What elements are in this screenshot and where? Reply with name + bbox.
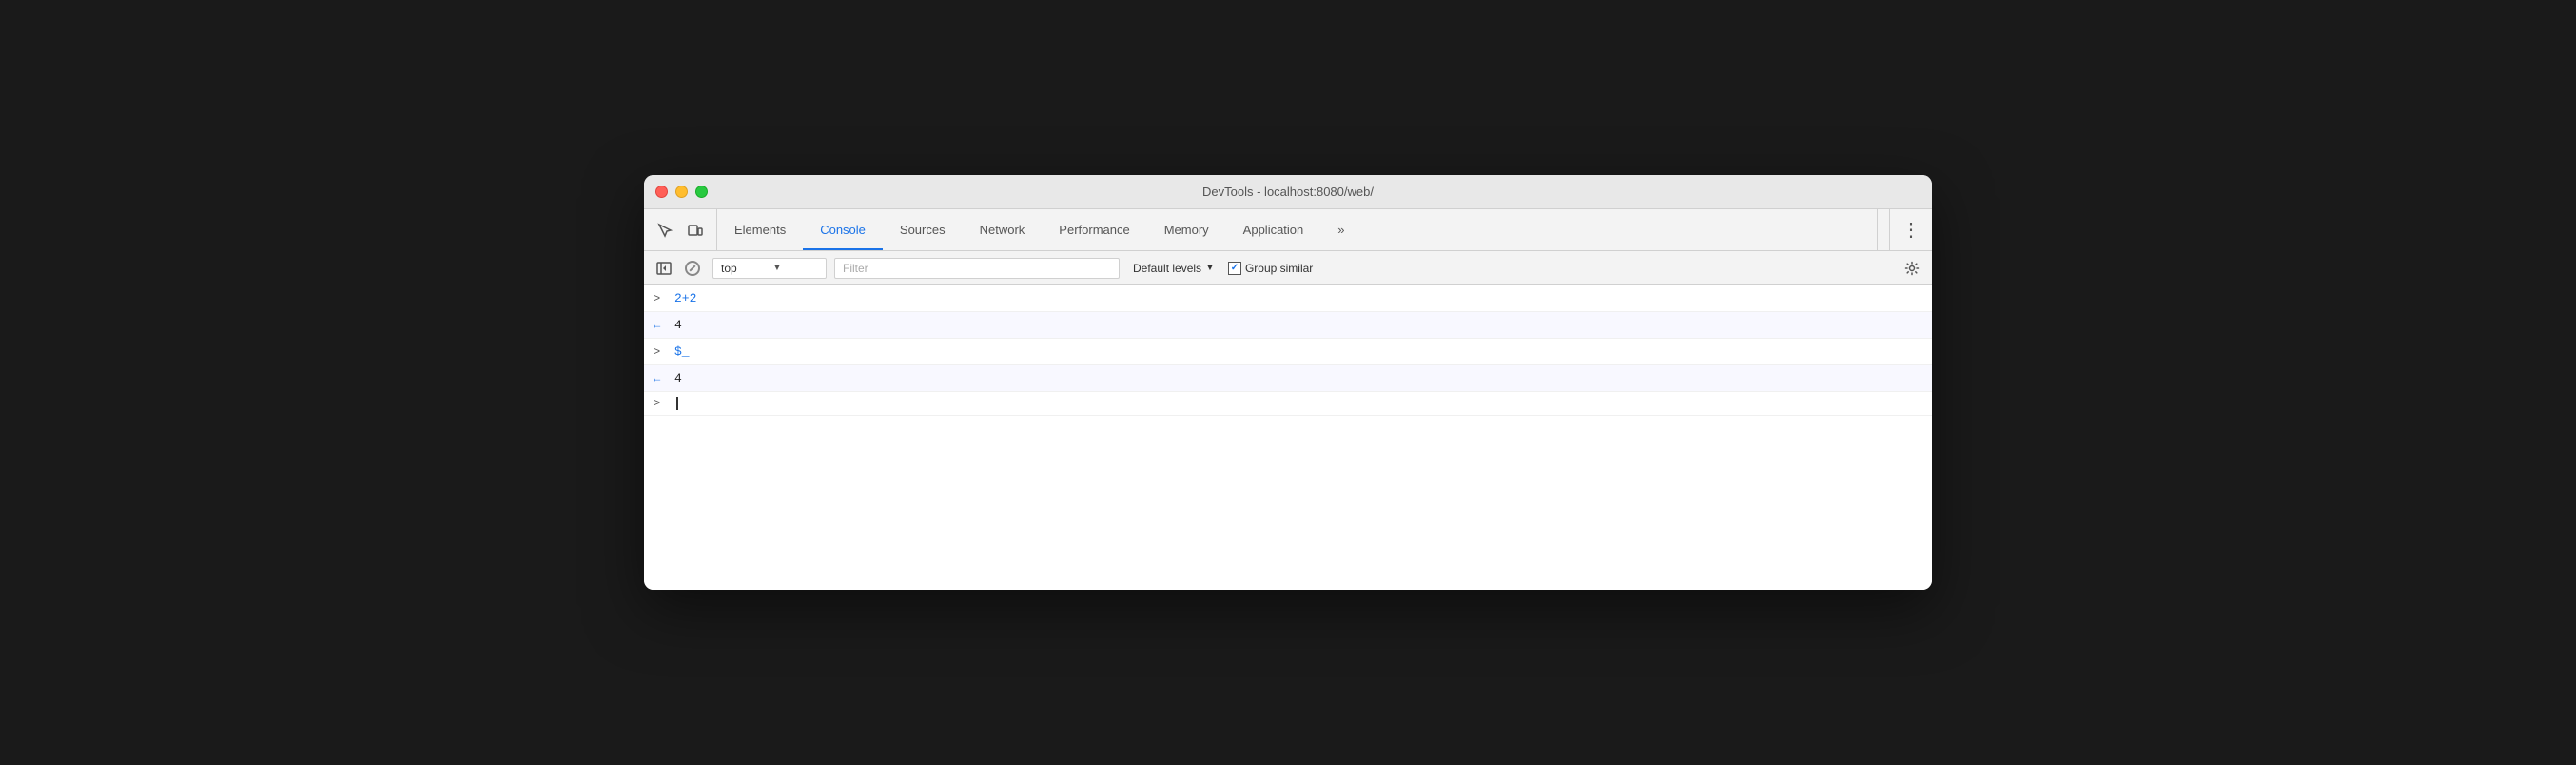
console-entry-1: > 2+2 (644, 285, 1932, 312)
console-input-text-2: $_ (674, 344, 690, 359)
console-output-text-1: 4 (674, 318, 682, 332)
window-title: DevTools - localhost:8080/web/ (1202, 185, 1374, 199)
clear-console-button[interactable] (680, 256, 705, 281)
tab-network[interactable]: Network (963, 209, 1043, 250)
levels-arrow: ▼ (1205, 263, 1215, 273)
console-settings-button[interactable] (1900, 256, 1924, 281)
console-toolbar: top ▼ Default levels ▼ Group similar (644, 251, 1932, 285)
console-entry-2: ← 4 (644, 312, 1932, 339)
toolbar-divider (1889, 209, 1890, 251)
traffic-lights (655, 186, 708, 198)
title-bar: DevTools - localhost:8080/web/ (644, 175, 1932, 209)
minimize-button[interactable] (675, 186, 688, 198)
sidebar-toggle-button[interactable] (652, 256, 676, 281)
input-arrow-1: > (654, 292, 669, 305)
group-similar-checkbox[interactable] (1228, 262, 1241, 275)
context-arrow: ▼ (772, 263, 818, 273)
tab-list: Elements Console Sources Network Perform… (717, 209, 1877, 250)
tab-application[interactable]: Application (1226, 209, 1321, 250)
device-toggle-button[interactable] (682, 217, 709, 244)
close-button[interactable] (655, 186, 668, 198)
console-prompt-row[interactable]: > (644, 392, 1932, 416)
console-entry-3: > $_ (644, 339, 1932, 365)
no-entry-icon (685, 261, 700, 276)
console-output-text-2: 4 (674, 371, 682, 385)
inspect-element-button[interactable] (652, 217, 678, 244)
input-arrow-2: > (654, 345, 669, 359)
tab-memory[interactable]: Memory (1147, 209, 1226, 250)
console-entry-4: ← 4 (644, 365, 1932, 392)
more-options-button[interactable]: ⋮ (1898, 217, 1924, 244)
devtools-window: DevTools - localhost:8080/web/ Elements (644, 175, 1932, 590)
prompt-arrow: > (654, 397, 669, 410)
maximize-button[interactable] (695, 186, 708, 198)
main-toolbar: Elements Console Sources Network Perform… (644, 209, 1932, 251)
levels-dropdown[interactable]: Default levels ▼ (1127, 259, 1220, 278)
toolbar-right: ⋮ (1877, 209, 1932, 250)
toolbar-icons (644, 209, 717, 250)
console-input-text-1: 2+2 (674, 291, 696, 305)
output-arrow-2: ← (654, 372, 669, 385)
prompt-cursor (676, 397, 678, 410)
group-similar-label: Group similar (1245, 262, 1313, 275)
tab-console[interactable]: Console (803, 209, 883, 250)
tab-sources[interactable]: Sources (883, 209, 963, 250)
context-selector[interactable]: top ▼ (712, 258, 827, 279)
tab-elements[interactable]: Elements (717, 209, 803, 250)
console-content[interactable]: > 2+2 ← 4 > $_ ← 4 > (644, 285, 1932, 590)
tab-performance[interactable]: Performance (1042, 209, 1146, 250)
more-tabs-button[interactable]: » (1320, 209, 1361, 250)
output-arrow-1: ← (654, 319, 669, 332)
filter-input[interactable] (834, 258, 1120, 279)
